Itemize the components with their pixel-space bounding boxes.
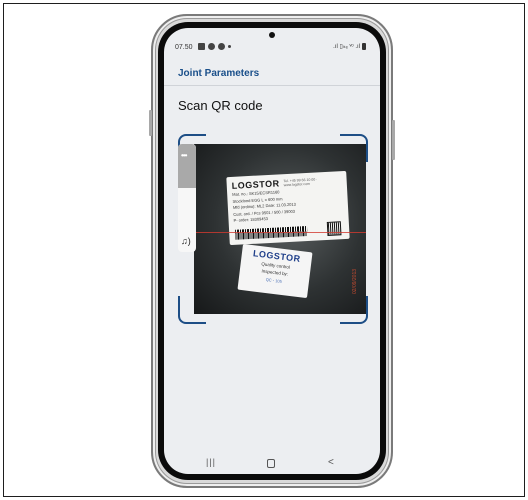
battery-icon bbox=[362, 43, 366, 50]
sound-icon[interactable]: ♫) bbox=[181, 236, 191, 246]
phone-screen: 07.50 .ıl ▯ₗₜₑ ᵛᵒ .ıl Joint Parameters S… bbox=[164, 28, 380, 474]
sync-icon bbox=[208, 43, 215, 50]
volume-button bbox=[149, 110, 152, 136]
scan-line bbox=[194, 232, 366, 233]
back-button[interactable]: < bbox=[328, 457, 334, 468]
scan-frame-corner bbox=[340, 134, 368, 162]
qr-code bbox=[326, 221, 342, 236]
more-icon[interactable]: ••• bbox=[181, 151, 187, 160]
notification-icons bbox=[198, 43, 231, 50]
scan-frame-corner bbox=[340, 296, 368, 324]
edge-panel[interactable]: ••• ♫) bbox=[178, 144, 196, 252]
pipe-marking: 02/09/2013 bbox=[352, 268, 358, 294]
power-button bbox=[392, 120, 395, 160]
product-label: LOGSTOR Tel. +45 99 66 10 00 · www.logst… bbox=[226, 170, 350, 246]
home-button[interactable] bbox=[267, 459, 275, 468]
page-heading: Scan QR code bbox=[178, 98, 263, 113]
edge-panel-handle[interactable]: ••• bbox=[178, 144, 196, 188]
recents-button[interactable]: ||| bbox=[206, 457, 216, 467]
status-time: 07.50 bbox=[175, 44, 193, 51]
system-icons: .ıl ▯ₗₜₑ ᵛᵒ .ıl bbox=[333, 43, 366, 50]
more-notifications-icon bbox=[228, 45, 231, 48]
app-notification-icon bbox=[218, 43, 225, 50]
navigation-bar: ||| < bbox=[164, 454, 380, 474]
camera-feed: LOGSTOR Tel. +45 99 66 10 00 · www.logst… bbox=[194, 144, 366, 314]
qr-scanner[interactable]: LOGSTOR Tel. +45 99 66 10 00 · www.logst… bbox=[178, 134, 368, 324]
front-camera bbox=[269, 32, 275, 38]
status-bar: 07.50 .ıl ▯ₗₜₑ ᵛᵒ .ıl bbox=[164, 42, 380, 56]
gallery-icon bbox=[198, 43, 205, 50]
quality-control-label: LOGSTOR Quality control Inspected by: QC… bbox=[237, 243, 313, 299]
label-contact: Tel. +45 99 66 10 00 · www.logstor.com bbox=[283, 177, 318, 188]
app-title: Joint Parameters bbox=[178, 68, 260, 79]
signal-icon: .ıl ▯ₗₜₑ ᵛᵒ .ıl bbox=[333, 44, 360, 50]
app-bar: Joint Parameters bbox=[164, 60, 380, 86]
scan-frame-corner bbox=[178, 296, 206, 324]
